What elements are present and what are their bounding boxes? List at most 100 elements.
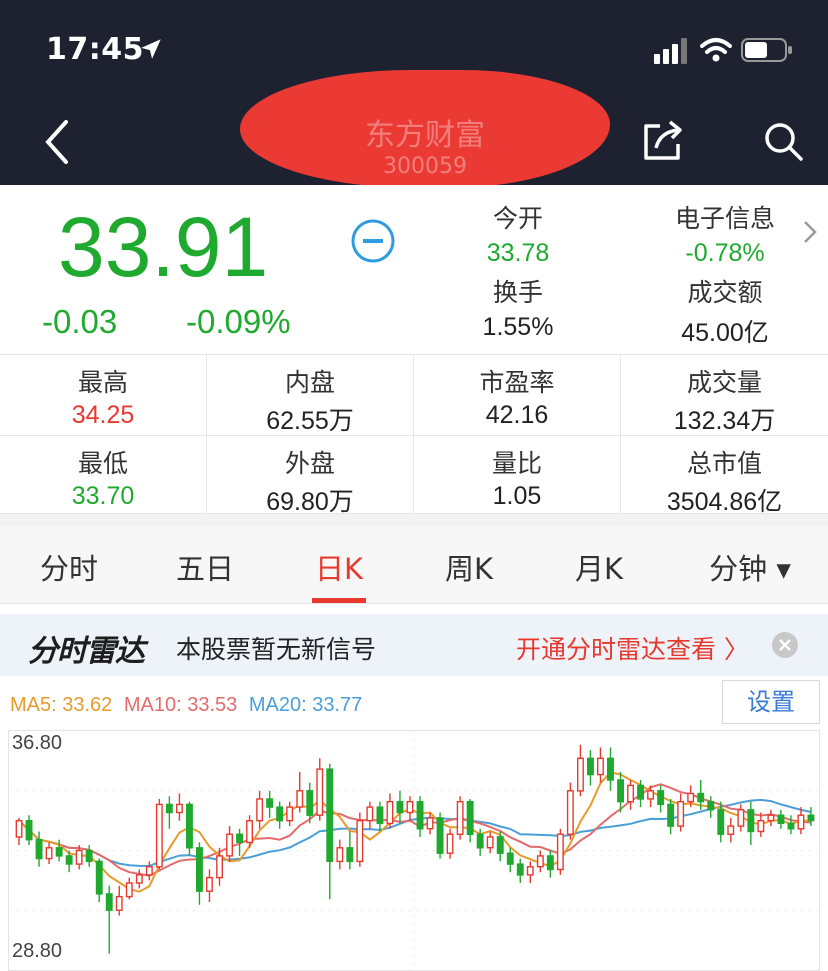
tab-daily-k[interactable]: 日K: [284, 546, 394, 588]
y-axis-min-label: 28.80: [12, 940, 63, 962]
y-axis-max-label: 36.80: [12, 732, 63, 754]
stat-value: 132.34万: [673, 407, 776, 435]
candle-body: [376, 806, 384, 825]
radar-message: 本股票暂无新信号: [176, 635, 377, 664]
candle-body: [105, 893, 113, 911]
radar-open-link[interactable]: 开通分时雷达查看 〉: [516, 630, 749, 666]
candle-body: [627, 784, 634, 803]
candle-body: [75, 849, 83, 865]
quote-panel: 33.91 -0.03 -0.09% 今开 33.78 电子信息 -0.78% …: [0, 185, 828, 355]
turnover-stat: 换手 1.55%: [443, 273, 593, 342]
candle-body: [216, 855, 224, 879]
candle-body: [155, 803, 163, 868]
stat-value: 34.25: [71, 401, 135, 429]
candle-body: [276, 806, 284, 822]
price-change: -0.03: [42, 303, 118, 340]
candle-body: [737, 809, 745, 827]
candle-body: [346, 847, 354, 863]
wifi-icon: [700, 38, 732, 62]
chevron-right-icon[interactable]: [800, 217, 820, 247]
candle-body: [667, 803, 675, 827]
stat-label: 成交量: [686, 368, 762, 397]
current-price: 33.91: [58, 200, 269, 294]
back-arrow-icon[interactable]: [38, 118, 74, 166]
candle-body: [396, 800, 404, 814]
close-icon[interactable]: [770, 630, 800, 660]
candle-body: [617, 779, 624, 803]
open-value: 33.78: [486, 239, 550, 267]
candle-body: [546, 855, 554, 871]
tab-intraday[interactable]: 分时: [14, 546, 124, 588]
candle-body: [145, 866, 153, 876]
sector-change: -0.78%: [685, 239, 765, 267]
candle-body: [456, 800, 464, 835]
candle-body: [436, 817, 444, 854]
search-icon[interactable]: [762, 120, 804, 162]
candle-body: [797, 814, 805, 830]
candle-body: [185, 803, 193, 849]
candle-body: [115, 895, 123, 911]
stat-value: 62.55万: [266, 407, 354, 435]
turnover-label: 换手: [492, 278, 543, 307]
candle-body: [286, 806, 294, 822]
stat-volume: 成交量 132.34万: [621, 355, 828, 435]
amount-label: 成交额: [687, 278, 763, 307]
ma10-label: MA10: 33.53: [123, 694, 238, 716]
candlestick-chart[interactable]: [8, 730, 820, 971]
candle-body: [647, 790, 654, 800]
candle-body: [296, 790, 304, 808]
price-change-percent: -0.09%: [186, 303, 291, 340]
active-tab-indicator: [312, 598, 366, 603]
radar-banner: 分时雷达 本股票暂无新信号 开通分时雷达查看 〉: [0, 614, 828, 676]
candle-body: [406, 800, 414, 814]
amount-stat: 成交额 45.00亿: [650, 273, 800, 349]
tab-weekly-k[interactable]: 周K: [414, 546, 524, 588]
candle-body: [707, 800, 715, 811]
ma5-label: MA5: 33.62: [10, 694, 113, 716]
open-stat: 今开 33.78: [443, 199, 593, 268]
candle-body: [336, 847, 344, 863]
candle-body: [125, 882, 133, 898]
candle-body: [687, 792, 695, 803]
sector-stat[interactable]: 电子信息 -0.78%: [650, 199, 800, 268]
tab-minute[interactable]: 分钟 ▾: [690, 546, 810, 588]
candle-body: [607, 757, 614, 781]
candle-body: [195, 847, 203, 892]
share-icon[interactable]: [640, 118, 686, 164]
remove-from-watchlist-icon[interactable]: [350, 218, 396, 264]
section-divider: [0, 514, 828, 526]
candle-body: [205, 876, 213, 892]
candle-body: [55, 847, 63, 857]
candle-body: [446, 833, 454, 854]
candle-body: [697, 792, 705, 803]
candle-body: [767, 814, 775, 822]
open-label: 今开: [492, 204, 543, 233]
candle-body: [366, 806, 374, 822]
candle-body: [757, 819, 765, 833]
settings-button[interactable]: 设置: [722, 680, 820, 724]
candle-body: [587, 757, 594, 776]
stat-label: 外盘: [284, 449, 335, 478]
stat-outer-volume: 外盘 69.80万: [207, 435, 414, 516]
candle-body: [45, 847, 53, 860]
candle-body: [727, 825, 735, 835]
status-time: 17:45: [46, 32, 144, 67]
candle-body: [135, 874, 143, 884]
candle-body: [15, 819, 23, 838]
stat-label: 市盈率: [479, 368, 555, 397]
stat-label: 内盘: [284, 368, 335, 397]
amount-value: 45.00亿: [681, 319, 769, 347]
stat-value: 1.05: [492, 482, 542, 510]
candle-body: [496, 836, 504, 854]
candle-body: [486, 836, 494, 849]
candle-body: [536, 855, 544, 868]
candle-body: [85, 849, 93, 863]
candle-body: [266, 798, 274, 808]
stat-pe-ratio: 市盈率 42.16: [414, 355, 621, 435]
sector-label: 电子信息: [674, 204, 775, 233]
tab-five-day[interactable]: 五日: [150, 546, 260, 588]
candle-body: [476, 833, 484, 849]
tab-monthly-k[interactable]: 月K: [544, 546, 654, 588]
candle-body: [556, 833, 564, 871]
stat-low: 最低 33.70: [0, 435, 207, 515]
